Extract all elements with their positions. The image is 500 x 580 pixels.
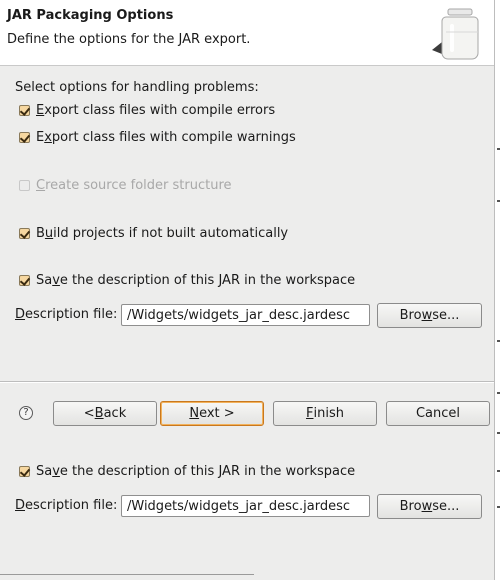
- description-file-label: Description file:: [15, 307, 118, 322]
- problems-section-label: Select options for handling problems:: [15, 80, 259, 95]
- create-source-folder-label: Create source folder structure: [36, 177, 232, 193]
- save-description-option[interactable]: Save the description of this JAR in the …: [19, 271, 355, 289]
- browse-button[interactable]: Bro w se...: [377, 303, 482, 328]
- page-description: Define the options for the JAR export.: [7, 32, 251, 47]
- window-edge: [494, 0, 500, 580]
- browse-button[interactable]: Bro w se...: [377, 494, 482, 519]
- save-description-checkbox[interactable]: [19, 274, 30, 286]
- create-source-folder-checkbox[interactable]: [19, 179, 30, 191]
- export-errors-label: Export class files with compile errors: [36, 102, 276, 118]
- help-icon[interactable]: ?: [19, 406, 33, 420]
- export-warnings-option[interactable]: Export class files with compile warnings: [19, 128, 296, 146]
- export-warnings-label: Export class files with compile warnings: [36, 129, 296, 145]
- back-button[interactable]: < Back: [53, 401, 157, 426]
- button-bar-separator: [0, 381, 494, 383]
- save-description-label: Save the description of this JAR in the …: [36, 272, 356, 288]
- build-projects-option[interactable]: Build projects if not built automaticall…: [19, 224, 288, 242]
- description-file-input[interactable]: [121, 304, 370, 326]
- export-warnings-checkbox[interactable]: [19, 131, 30, 143]
- export-errors-checkbox[interactable]: [19, 104, 30, 116]
- description-file-input[interactable]: [121, 495, 370, 517]
- description-file-label: Description file:: [15, 498, 118, 513]
- page-title: JAR Packaging Options: [7, 8, 174, 23]
- export-errors-option[interactable]: Export class files with compile errors: [19, 101, 275, 119]
- bottom-divider: [0, 574, 254, 575]
- save-description-checkbox[interactable]: [19, 465, 30, 477]
- create-source-folder-option[interactable]: Create source folder structure: [19, 176, 232, 194]
- build-projects-label: Build projects if not built automaticall…: [36, 225, 289, 241]
- save-description-label: Save the description of this JAR in the …: [36, 463, 356, 479]
- next-button[interactable]: Next >: [160, 401, 264, 426]
- save-description-option-repeat[interactable]: Save the description of this JAR in the …: [19, 462, 355, 480]
- build-projects-checkbox[interactable]: [19, 227, 30, 239]
- wizard-banner: JAR Packaging Options Define the options…: [0, 0, 494, 66]
- jar-icon: [432, 8, 479, 60]
- cancel-button[interactable]: Cancel: [386, 401, 490, 426]
- jar-export-wizard: JAR Packaging Options Define the options…: [0, 0, 500, 580]
- finish-button[interactable]: Finish: [273, 401, 377, 426]
